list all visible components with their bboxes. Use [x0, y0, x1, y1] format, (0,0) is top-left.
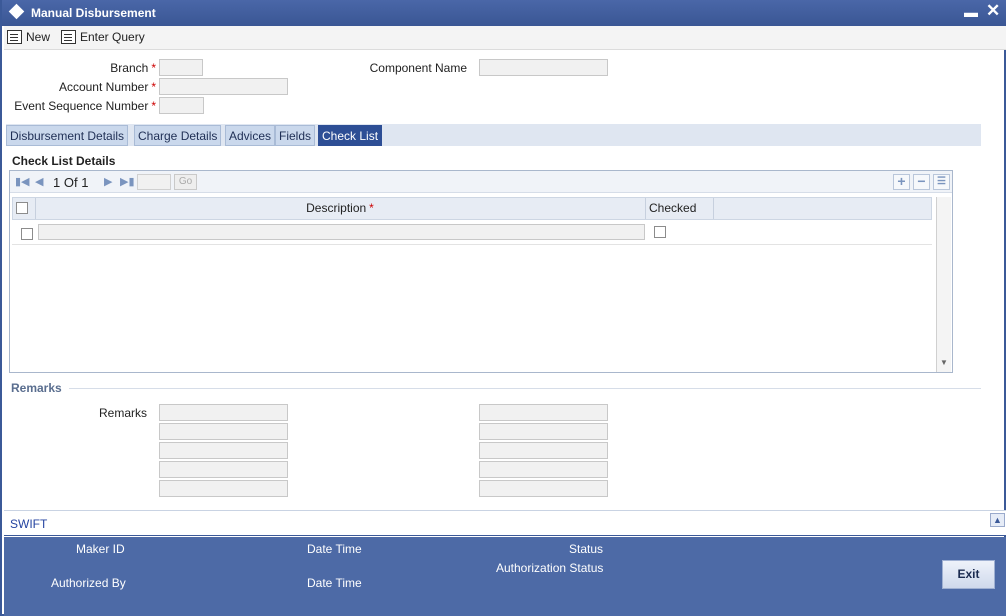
previous-page-icon[interactable]: ◀ — [35, 175, 43, 188]
account-number-label: Account Number * — [58, 80, 156, 94]
add-row-icon[interactable]: + — [893, 174, 910, 190]
remarks-field[interactable] — [159, 423, 288, 440]
account-number-field[interactable] — [159, 78, 288, 95]
checklist-grid: ▮◀ ◀ 1 Of 1 ▶ ▶▮ Go + − ☰ Description * C… — [9, 170, 953, 373]
maker-date-time-label: Date Time — [307, 542, 362, 556]
window: Manual Disbursement ▬ ✕ New Enter Query … — [0, 0, 1006, 616]
status-label: Status — [569, 542, 604, 556]
page-number-input[interactable] — [137, 174, 171, 190]
toolbar: New Enter Query — [4, 26, 1006, 50]
select-all-checkbox[interactable] — [16, 202, 28, 214]
row-select-checkbox[interactable] — [21, 228, 33, 240]
event-sequence-field[interactable] — [159, 97, 204, 114]
authorized-by-label: Authorized By — [51, 576, 126, 590]
audit-footer: Maker ID Date Time Status Authorization … — [4, 537, 1006, 616]
column-separator — [713, 198, 714, 219]
section-title: Check List Details — [12, 154, 116, 168]
window-title: Manual Disbursement — [31, 6, 156, 20]
tab-fields[interactable]: Fields — [275, 125, 316, 146]
remarks-field[interactable] — [159, 442, 288, 459]
exit-button[interactable]: Exit — [942, 560, 995, 589]
required-marker: * — [151, 80, 156, 94]
checker-date-time-label: Date Time — [307, 576, 362, 590]
remarks-legend: Remarks — [11, 381, 62, 395]
remarks-field[interactable] — [479, 461, 608, 478]
swift-bar: SWIFT ▲ — [4, 510, 1006, 536]
remarks-field[interactable] — [479, 480, 608, 497]
expand-up-icon[interactable]: ▲ — [990, 513, 1005, 527]
tab-disbursement-details[interactable]: Disbursement Details — [6, 125, 129, 146]
branch-field[interactable] — [159, 59, 203, 76]
title-bar: Manual Disbursement ▬ ✕ — [2, 0, 1006, 26]
delete-row-icon[interactable]: − — [913, 174, 930, 190]
divider — [69, 388, 981, 389]
table-row — [12, 221, 932, 245]
remarks-field[interactable] — [479, 404, 608, 421]
close-icon[interactable]: ✕ — [986, 1, 1000, 21]
remarks-field[interactable] — [159, 404, 288, 421]
new-button[interactable]: New — [7, 28, 50, 46]
component-name-label: Component Name — [369, 61, 467, 75]
single-view-icon[interactable]: ☰ — [933, 174, 950, 190]
required-marker: * — [151, 61, 156, 75]
tab-check-list[interactable]: Check List — [318, 125, 383, 146]
vertical-scrollbar[interactable]: ▼ — [936, 197, 951, 372]
remarks-field[interactable] — [479, 442, 608, 459]
minimize-icon[interactable]: ▬ — [964, 4, 978, 20]
grid-header: Description * Checked — [12, 197, 932, 220]
description-input[interactable] — [38, 224, 645, 240]
go-button[interactable]: Go — [174, 174, 197, 190]
last-page-icon[interactable]: ▶▮ — [120, 175, 135, 188]
app-logo-icon — [8, 3, 25, 20]
remarks-label: Remarks — [98, 406, 147, 420]
authorization-status-label: Authorization Status — [496, 561, 604, 575]
scroll-down-icon[interactable]: ▼ — [940, 358, 948, 367]
first-page-icon[interactable]: ▮◀ — [15, 175, 30, 188]
remarks-field[interactable] — [159, 461, 288, 478]
enter-query-label: Enter Query — [80, 30, 145, 44]
required-marker: * — [151, 99, 156, 113]
event-sequence-label: Event Sequence Number * — [14, 99, 156, 113]
maker-id-label: Maker ID — [76, 542, 125, 556]
grid-navigation: ▮◀ ◀ 1 Of 1 ▶ ▶▮ Go + − ☰ — [10, 171, 952, 193]
swift-link[interactable]: SWIFT — [10, 517, 47, 531]
branch-label: Branch * — [110, 61, 156, 75]
new-record-icon — [7, 30, 22, 44]
enter-query-button[interactable]: Enter Query — [61, 28, 145, 46]
query-icon — [61, 30, 76, 44]
page-indicator: 1 Of 1 — [53, 175, 89, 190]
component-name-field[interactable] — [479, 59, 608, 76]
checked-header: Checked — [649, 201, 697, 215]
description-header: Description * — [306, 201, 374, 215]
column-separator — [645, 198, 646, 219]
new-button-label: New — [26, 30, 51, 44]
remarks-field[interactable] — [479, 423, 608, 440]
remarks-field[interactable] — [159, 480, 288, 497]
tab-strip: Disbursement Details Charge Details Advi… — [6, 124, 981, 146]
checked-checkbox[interactable] — [654, 226, 666, 238]
next-page-icon[interactable]: ▶ — [104, 175, 112, 188]
tab-advices[interactable]: Advices — [225, 125, 276, 146]
tab-charge-details[interactable]: Charge Details — [134, 125, 222, 146]
